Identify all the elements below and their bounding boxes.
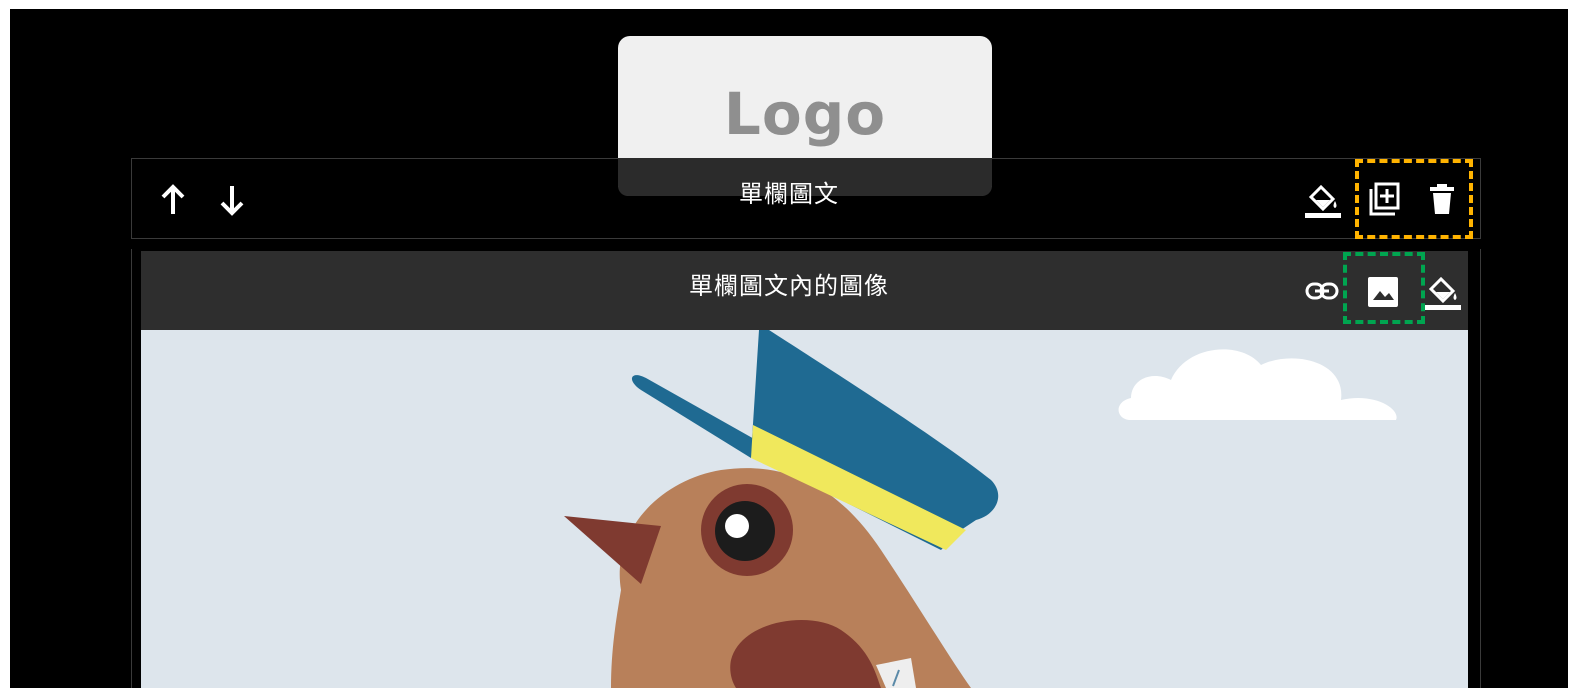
bird-illustration	[141, 330, 1468, 688]
highlight-image-button	[1343, 252, 1425, 324]
paint-bucket-icon[interactable]	[1305, 181, 1341, 223]
editor-canvas: Logo 單欄圖文 單欄圖文內的圖像	[10, 9, 1568, 688]
image-paint-bucket-icon[interactable]	[1425, 273, 1461, 315]
logo-text: Logo	[723, 80, 887, 148]
arrow-up-icon[interactable]	[160, 181, 186, 219]
bird-eye-highlight	[725, 514, 749, 538]
arrow-down-icon[interactable]	[219, 181, 245, 219]
content-image[interactable]	[141, 330, 1468, 688]
highlight-block-actions	[1355, 159, 1473, 239]
link-icon[interactable]	[1305, 280, 1339, 306]
